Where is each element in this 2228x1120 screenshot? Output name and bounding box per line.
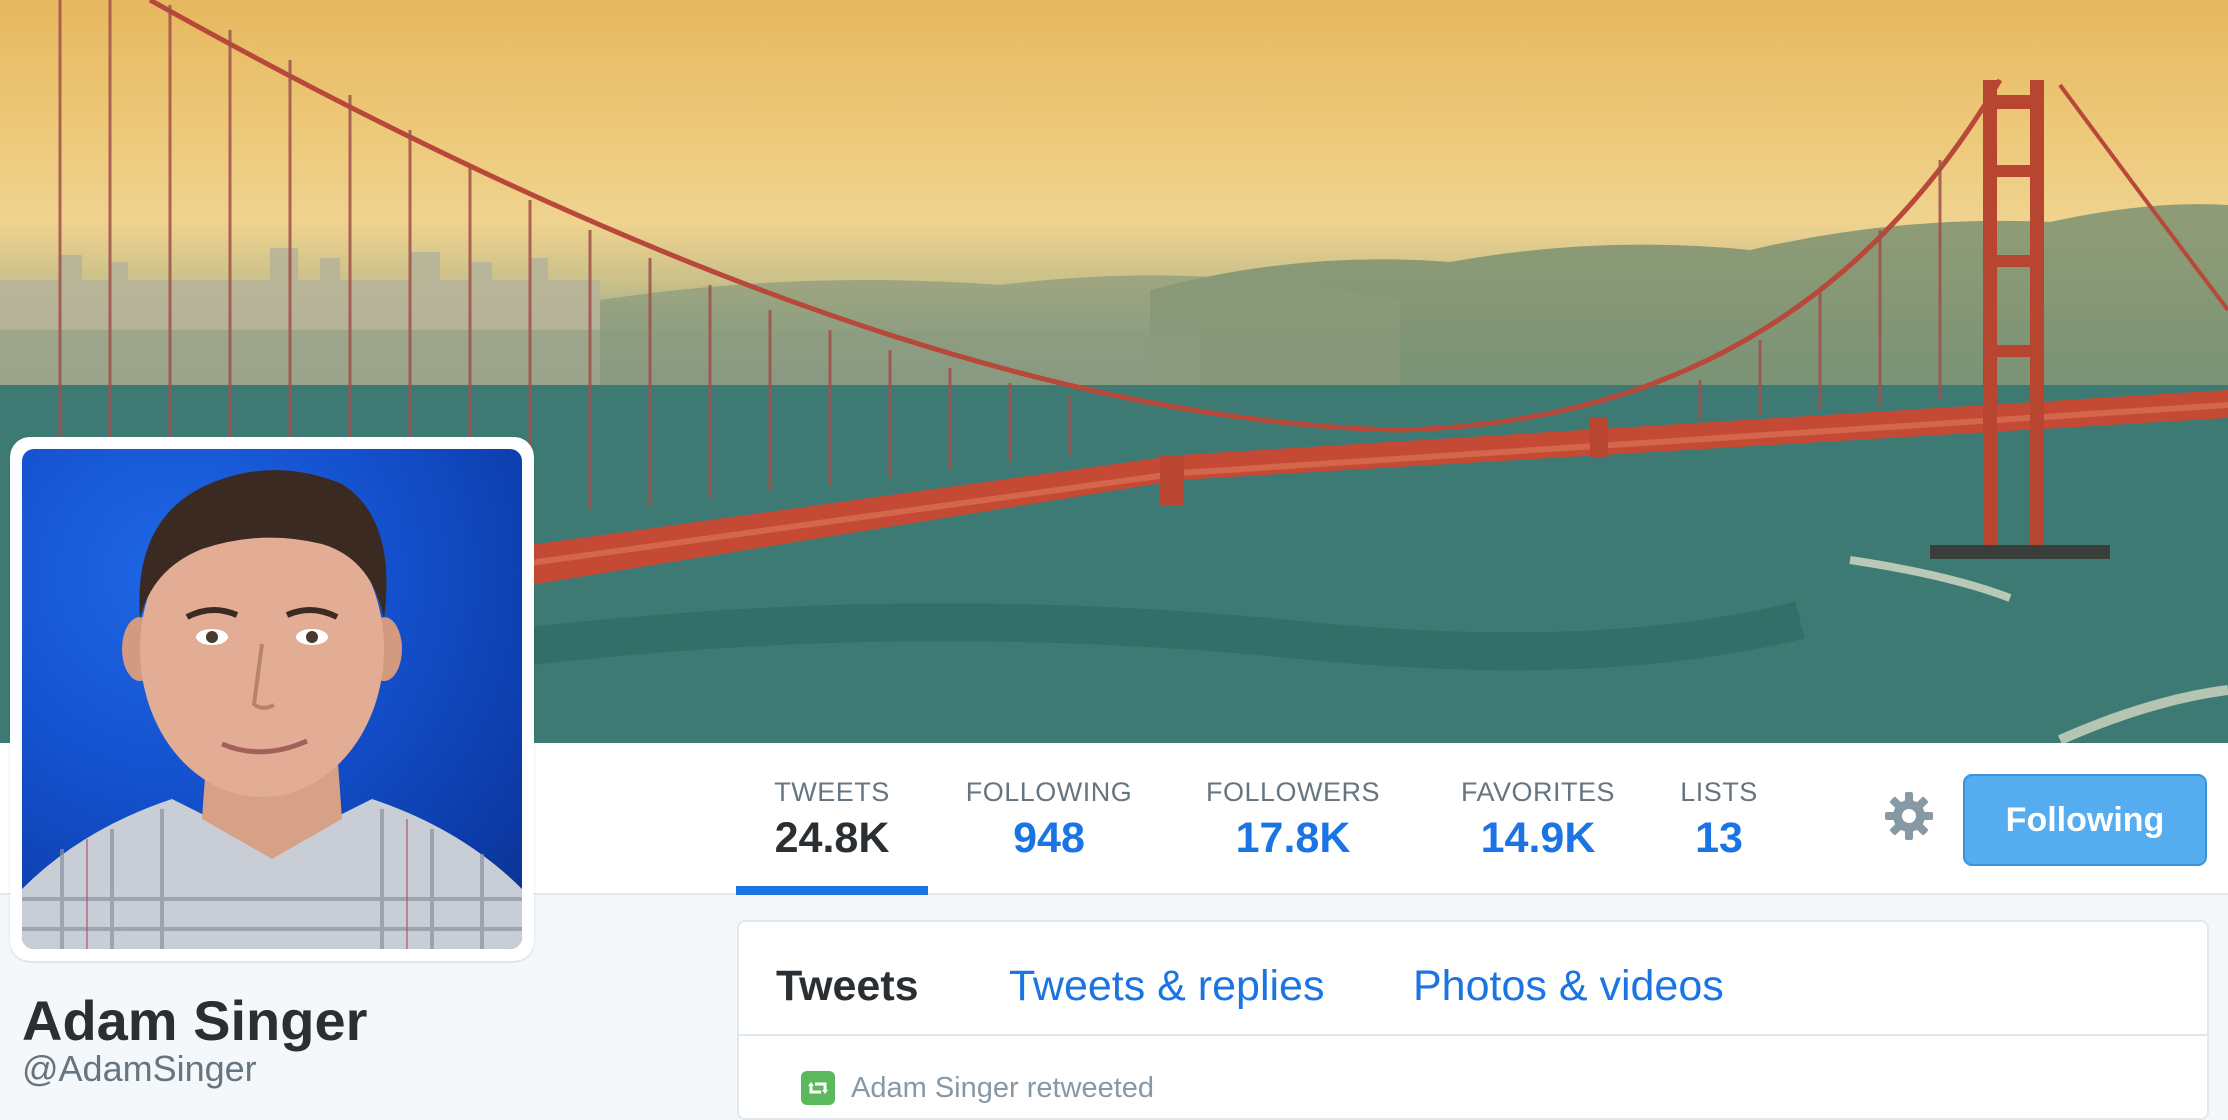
- profile-photo: [22, 449, 522, 949]
- profile-name[interactable]: Adam Singer: [22, 988, 367, 1053]
- stat-followers-label: FOLLOWERS: [1205, 777, 1381, 807]
- retweet-icon: [801, 1071, 835, 1105]
- tab-tweets[interactable]: Tweets: [776, 962, 919, 1011]
- stat-following-value: 948: [1013, 814, 1085, 862]
- timeline-tabs: Tweets Tweets & replies Photos & videos: [739, 922, 2207, 1036]
- retweet-context: Adam Singer retweeted: [801, 1068, 1154, 1108]
- stat-tweets[interactable]: TWEETS 24.8K: [736, 743, 928, 895]
- stat-tweets-value: 24.8K: [774, 814, 890, 862]
- stat-tweets-label: TWEETS: [774, 777, 890, 807]
- following-button[interactable]: Following: [1963, 774, 2207, 866]
- stat-followers-value: 17.8K: [1235, 814, 1351, 862]
- tab-photos-and-videos[interactable]: Photos & videos: [1413, 962, 1724, 1011]
- tab-tweets-and-replies[interactable]: Tweets & replies: [1009, 962, 1324, 1011]
- stat-following-label: FOLLOWING: [965, 777, 1133, 807]
- active-tab-indicator: [736, 886, 928, 895]
- stat-favorites-label: FAVORITES: [1460, 777, 1616, 807]
- gear-icon[interactable]: [1883, 790, 1935, 842]
- stat-lists-value: 13: [1695, 814, 1743, 862]
- avatar[interactable]: [10, 437, 534, 961]
- stat-lists-label: LISTS: [1680, 777, 1758, 807]
- stat-following[interactable]: FOLLOWING 948: [958, 743, 1140, 893]
- timeline-card: Tweets Tweets & replies Photos & videos …: [737, 920, 2209, 1120]
- stat-favorites-value: 14.9K: [1480, 814, 1596, 862]
- stat-lists[interactable]: LISTS 13: [1674, 743, 1764, 893]
- stat-favorites[interactable]: FAVORITES 14.9K: [1448, 743, 1628, 893]
- stat-followers[interactable]: FOLLOWERS 17.8K: [1198, 743, 1388, 893]
- profile-photo-portrait: [22, 470, 522, 949]
- retweet-context-text[interactable]: Adam Singer retweeted: [851, 1072, 1154, 1105]
- profile-handle[interactable]: @AdamSinger: [22, 1048, 257, 1090]
